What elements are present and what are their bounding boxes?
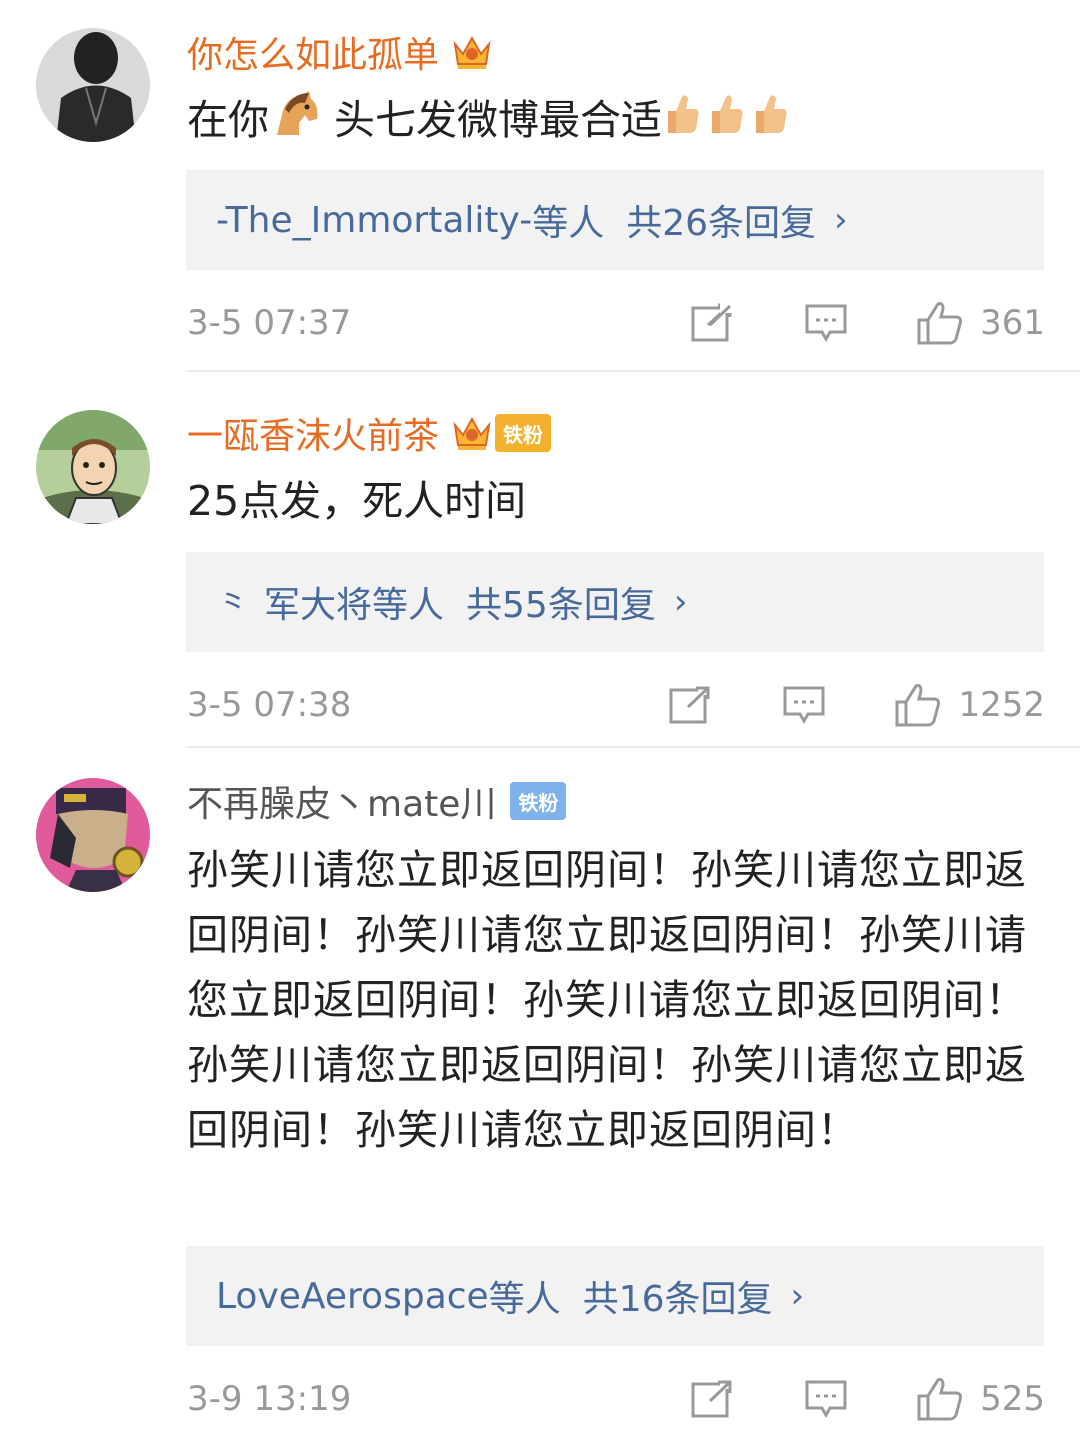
user-avatar[interactable] [36,410,150,524]
timestamp: 3-5 07:37 [187,303,352,343]
action-bar: 361 [690,298,1045,348]
user-avatar[interactable] [36,778,150,892]
reply-suffix: 等人 [488,1279,561,1320]
reply-user-icon: ⺀ [216,585,250,626]
reply-suffix: 等人 [372,585,445,626]
comment-text: 25点发，死人时间 [187,477,527,525]
comment-footer: 3-9 13:19 525 [187,1374,1045,1424]
timestamp: 3-9 13:19 [187,1379,352,1419]
repost-icon[interactable] [690,1379,735,1419]
comment-item: 一瓯香沫火前茶 铁粉 25点发，死人时间 ⺀ 军大将 等人 共55条回复 › 3-… [0,380,1080,748]
comment-footer: 3-5 07:37 361 [187,298,1045,348]
like-icon[interactable] [894,682,942,728]
reply-summary[interactable]: ⺀ 军大将 等人 共55条回复 › [186,552,1044,652]
chevron-right-icon: › [673,582,688,622]
fan-badge: 铁粉 [495,414,552,452]
comment-footer: 3-5 07:38 1252 [187,680,1045,730]
repost-icon[interactable] [668,685,713,725]
reply-suffix: 等人 [532,203,605,244]
thumbs-up-emoji-icon [750,91,794,156]
thumbs-up-emoji-icon [706,91,750,156]
action-bar: 1252 [668,680,1045,730]
reply-count: 共55条回复 [466,585,656,626]
crown-icon [451,32,493,72]
reply-users: -The_Immortality- [216,199,533,241]
reply-count: 共26条回复 [626,203,817,244]
repost-icon[interactable] [690,303,735,343]
username[interactable]: 不再臊皮丶mate川 [187,775,496,827]
reply-count: 共16条回复 [582,1279,773,1320]
reply-users: LoveAerospace [216,1275,489,1317]
like-icon[interactable] [916,1376,964,1422]
comment-text: 在你 头七发微博最合适 [187,88,1047,158]
name-row: 一瓯香沫火前茶 铁粉 [187,407,552,459]
comment-text: 孙笑川请您立即返回阴间！孙笑川请您立即返回阴间！孙笑川请您立即返回阴间！孙笑川请… [187,846,1027,1154]
comment-item: 不再臊皮丶mate川 铁粉 孙笑川请您立即返回阴间！孙笑川请您立即返回阴间！孙笑… [0,748,1080,1449]
comment-icon[interactable] [804,303,848,343]
chevron-right-icon: › [790,1276,805,1316]
name-row: 你怎么如此孤单 [187,27,493,77]
timestamp: 3-5 07:38 [187,685,352,725]
reply-users: 军大将 [264,585,373,626]
user-avatar[interactable] [36,28,150,142]
horse-emoji-icon [269,89,321,158]
like-icon[interactable] [916,300,964,346]
username[interactable]: 一瓯香沫火前茶 [187,407,439,459]
divider [186,370,1080,372]
fan-badge: 铁粉 [510,782,567,820]
comment-icon[interactable] [804,1379,848,1419]
comment-icon[interactable] [782,685,826,725]
like-count: 525 [980,1379,1045,1419]
reply-summary[interactable]: -The_Immortality- 等人 共26条回复 › [186,170,1044,270]
action-bar: 525 [690,1374,1045,1424]
name-row: 不再臊皮丶mate川 铁粉 [187,775,567,827]
like-count: 361 [980,303,1045,343]
username[interactable]: 你怎么如此孤单 [187,26,439,78]
crown-icon [451,413,493,453]
comment-item: 你怎么如此孤单 在你 头七发微博最合适 -The_Immortality- 等人 … [0,0,1080,372]
like-count: 1252 [958,685,1045,725]
reply-summary[interactable]: LoveAerospace 等人 共16条回复 › [186,1246,1044,1346]
thumbs-up-emoji-icon [662,91,706,156]
chevron-right-icon: › [834,200,848,240]
